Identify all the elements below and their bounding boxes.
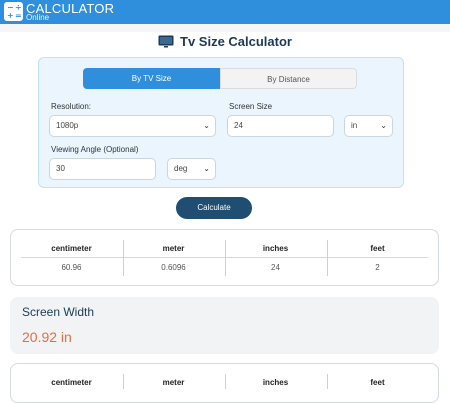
chevron-down-icon: ⌄ — [203, 164, 210, 173]
calculate-button[interactable]: Calculate — [176, 197, 252, 219]
screen-size-label: Screen Size — [229, 102, 273, 111]
column-divider — [123, 240, 124, 276]
chevron-down-icon: ⌄ — [203, 121, 210, 130]
table-cell-meter: 0.6096 — [161, 263, 186, 272]
screen-width-value: 20.92 in — [22, 329, 72, 345]
table-header-centimeter: centimeter — [51, 244, 92, 253]
screen-size-input[interactable]: 24 — [227, 115, 334, 137]
resolution-label: Resolution: — [51, 102, 92, 111]
column-divider — [225, 240, 226, 276]
logo-glyph-plus: + — [7, 11, 14, 20]
screen-size-value: 24 — [234, 121, 243, 130]
page-title: Tv Size Calculator — [0, 34, 450, 51]
tv-icon — [158, 35, 174, 51]
table-header-inches: inches — [262, 378, 289, 387]
column-divider — [123, 374, 124, 389]
tab-by-distance[interactable]: By Distance — [220, 68, 357, 89]
tab-by-tv-size[interactable]: By TV Size — [83, 68, 220, 89]
table-cell-inches: 24 — [271, 263, 280, 272]
screen-size-unit-select[interactable]: in ⌄ — [344, 115, 393, 137]
table-cell-feet: 2 — [375, 263, 380, 272]
viewing-angle-unit-value: deg — [174, 164, 188, 173]
logo-glyph-equals: = — [15, 11, 22, 20]
resolution-select[interactable]: 1080p ⌄ — [49, 115, 216, 137]
brand-subtitle: Online — [26, 13, 50, 22]
screen-width-title: Screen Width — [22, 305, 95, 319]
table-header-feet: feet — [370, 378, 385, 387]
page-title-text: Tv Size Calculator — [180, 34, 292, 49]
column-divider — [327, 374, 328, 389]
resolution-value: 1080p — [56, 121, 79, 130]
viewing-angle-input[interactable]: 30 — [49, 158, 156, 180]
viewing-angle-unit-select[interactable]: deg ⌄ — [167, 158, 216, 180]
viewing-angle-value: 30 — [56, 164, 65, 173]
column-divider — [327, 240, 328, 276]
table-cell-centimeter: 60.96 — [61, 263, 82, 272]
table-header-meter: meter — [162, 244, 185, 253]
chevron-down-icon: ⌄ — [380, 121, 387, 130]
table-header-feet: feet — [370, 244, 385, 253]
calculator-logo-icon[interactable]: − ÷ + = — [4, 2, 23, 21]
table-header-centimeter: centimeter — [51, 378, 92, 387]
table-header-meter: meter — [162, 378, 185, 387]
screen-size-unit-value: in — [351, 121, 358, 130]
column-divider — [225, 374, 226, 389]
table-header-inches: inches — [262, 244, 289, 253]
header-gap — [0, 24, 450, 32]
viewing-angle-label: Viewing Angle (Optional) — [51, 145, 139, 154]
